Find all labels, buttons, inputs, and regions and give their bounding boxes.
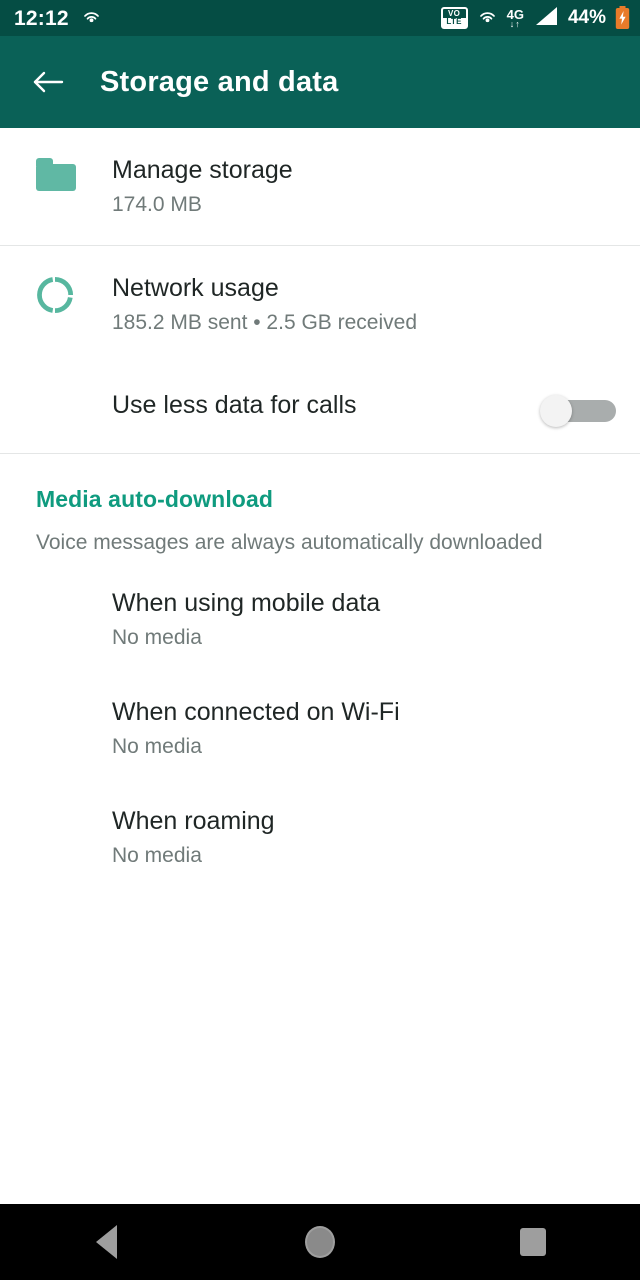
status-bar-left: 12:12 [14, 8, 102, 29]
settings-list: Manage storage 174.0 MB Network usage 18… [0, 128, 640, 1152]
use-less-data-toggle[interactable] [540, 395, 616, 427]
row-mobile-data[interactable]: When using mobile data No media [0, 565, 640, 674]
use-less-data-text: Use less data for calls [112, 389, 540, 421]
nav-home-icon [304, 1226, 335, 1258]
row-manage-storage[interactable]: Manage storage 174.0 MB [0, 128, 640, 245]
wifi-title: When connected on Wi-Fi [112, 698, 400, 726]
media-section-title: Media auto-download [36, 486, 273, 512]
pie-chart-icon [36, 276, 74, 319]
page-title: Storage and data [100, 65, 339, 98]
wifi-value: No media [112, 735, 202, 758]
battery-percent: 44% [567, 7, 606, 28]
network-type-icon: 4G ↓↑ [506, 6, 524, 29]
wifi-text: When connected on Wi-Fi No media [112, 696, 616, 761]
hotspot-icon [477, 8, 498, 29]
roaming-value: No media [112, 844, 202, 867]
status-clock: 12:12 [14, 6, 69, 30]
battery-icon [615, 6, 630, 30]
back-button[interactable] [26, 60, 70, 104]
nav-back-icon [96, 1225, 118, 1259]
use-less-data-title: Use less data for calls [112, 391, 357, 419]
manage-storage-text: Manage storage 174.0 MB [112, 154, 616, 219]
row-roaming[interactable]: When roaming No media [0, 783, 640, 892]
mobile-data-title: When using mobile data [112, 589, 381, 617]
bottom-spacer [0, 892, 640, 1152]
row-wifi[interactable]: When connected on Wi-Fi No media [0, 674, 640, 783]
nav-recents-icon [520, 1228, 547, 1256]
signal-bars-icon [533, 5, 559, 32]
manage-storage-subtitle: 174.0 MB [112, 193, 202, 216]
cast-icon [81, 8, 102, 29]
volte-icon: VO LTE [440, 7, 468, 29]
use-less-data-control [540, 389, 616, 427]
manage-storage-icon-wrap [36, 154, 112, 191]
nav-recents-button[interactable] [488, 1204, 578, 1280]
status-bar-right: VO LTE 4G ↓↑ 44% [440, 5, 630, 32]
media-auto-download-section: Media auto-download Voice messages are a… [0, 454, 640, 565]
android-nav-bar [0, 1204, 640, 1280]
media-section-note: Voice messages are always automatically … [36, 531, 543, 554]
row-use-less-data[interactable]: Use less data for calls [0, 363, 640, 453]
app-bar: Storage and data [0, 36, 640, 128]
network-usage-subtitle: 185.2 MB sent • 2.5 GB received [112, 311, 418, 334]
roaming-title: When roaming [112, 807, 275, 835]
mobile-data-value: No media [112, 626, 202, 649]
network-usage-text: Network usage 185.2 MB sent • 2.5 GB rec… [112, 272, 616, 337]
manage-storage-title: Manage storage [112, 156, 293, 184]
network-usage-title: Network usage [112, 274, 279, 302]
network-usage-icon-wrap [36, 272, 112, 319]
status-bar: 12:12 VO LTE 4G ↓↑ 44% [0, 0, 640, 36]
folder-icon [36, 158, 76, 191]
nav-home-button[interactable] [275, 1204, 365, 1280]
row-network-usage[interactable]: Network usage 185.2 MB sent • 2.5 GB rec… [0, 246, 640, 363]
phone-screen: 12:12 VO LTE 4G ↓↑ 44% Storage and data … [0, 0, 640, 1280]
back-arrow-icon [33, 71, 64, 93]
mobile-data-text: When using mobile data No media [112, 587, 616, 652]
roaming-text: When roaming No media [112, 805, 616, 870]
nav-back-button[interactable] [62, 1204, 152, 1280]
